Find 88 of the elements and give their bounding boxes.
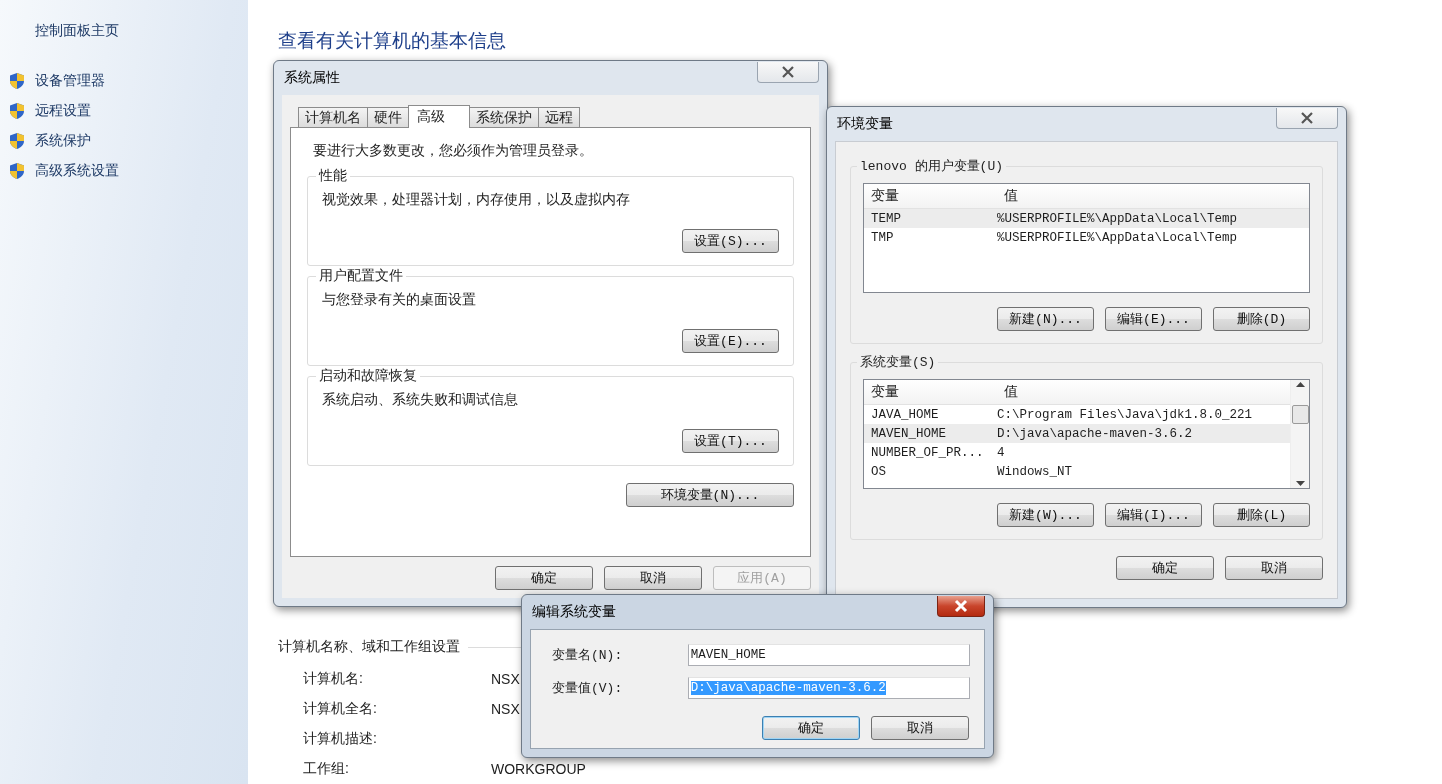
close-button[interactable] [757, 61, 819, 83]
list-action-button[interactable]: 删除(L) [1213, 503, 1310, 527]
column-header[interactable]: 变量 [864, 187, 997, 205]
list-row[interactable]: TEMP %USERPROFILE%\AppData\Local\Temp [864, 209, 1309, 228]
field-label: 变量值(V): [551, 680, 624, 697]
group-description: 系统启动、系统失败和调试信息 [322, 391, 519, 409]
tab[interactable]: 远程 [538, 107, 580, 127]
list-action-button[interactable]: 新建(W)... [997, 503, 1094, 527]
tab[interactable]: 高级 [408, 105, 470, 128]
variable-name: TEMP [870, 211, 902, 226]
tab[interactable]: 硬件 [367, 107, 409, 127]
variable-list[interactable]: 变量 值 TEMP %USERPROFILE%\AppData\Local\Temp TMP %USERPROFILE%\AppData\Local\Temp [863, 183, 1310, 293]
group-title: lenovo 的用户变量(U) [857, 157, 1006, 175]
window-title: 编辑系统变量 [531, 603, 616, 621]
variable-list[interactable]: 变量 值 JAVA_HOME C:\Program Files\Java\jdk1.8.0_221 MAVEN_HOME D:\java\apache-maven-3.6.2 NUMBER_OF_PR... 4 OS Windows_NT [863, 379, 1310, 489]
list-action-button[interactable]: 新建(N)... [997, 307, 1094, 331]
sidebar-link[interactable]: 系统保护 [35, 132, 91, 150]
column-header[interactable]: 值 [997, 383, 1018, 401]
sidebar-link[interactable]: 远程设置 [35, 102, 91, 120]
column-header[interactable]: 值 [997, 187, 1018, 205]
settings-button[interactable]: 设置(E)... [682, 329, 779, 353]
sidebar-link[interactable]: 设备管理器 [35, 72, 105, 90]
field-label: 计算机描述: [303, 730, 378, 748]
dialog-button[interactable]: 确定 [762, 716, 860, 740]
close-button[interactable] [1276, 107, 1338, 129]
shield-icon [8, 102, 26, 120]
column-header[interactable]: 变量 [864, 383, 997, 401]
list-action-button[interactable]: 编辑(I)... [1105, 503, 1202, 527]
variable-name: NUMBER_OF_PR... [870, 445, 985, 460]
field-label: 变量名(N): [551, 647, 624, 664]
home-link[interactable]: 控制面板主页 [35, 22, 248, 40]
variable-value: D:\java\apache-maven-3.6.2 [997, 426, 1193, 441]
list-row[interactable]: NUMBER_OF_PR... 4 [864, 443, 1290, 462]
dialog-button[interactable]: 取消 [871, 716, 969, 740]
window-title: 系统属性 [283, 69, 340, 87]
shield-icon [8, 72, 26, 90]
list-row[interactable]: MAVEN_HOME D:\java\apache-maven-3.6.2 [864, 424, 1290, 443]
variable-value: Windows_NT [997, 464, 1072, 479]
sidebar-link[interactable]: 高级系统设置 [35, 162, 119, 180]
close-icon [953, 598, 969, 613]
group-title: 性能 [316, 167, 350, 185]
close-icon [1299, 110, 1315, 125]
group-description: 视觉效果，处理器计划，内存使用，以及虚拟内存 [322, 191, 631, 209]
field-value: NSX [491, 671, 520, 687]
variable-value: 4 [997, 445, 1005, 460]
variable-name: TMP [870, 230, 895, 245]
variable-name: JAVA_HOME [870, 407, 940, 422]
down-arrow-icon[interactable] [1295, 481, 1305, 486]
scrollbar[interactable] [1290, 380, 1309, 488]
field-value: NSX [491, 701, 520, 717]
input-field[interactable]: MAVEN_HOME [687, 644, 970, 666]
field-label: 工作组: [303, 760, 350, 778]
settings-button[interactable]: 设置(S)... [682, 229, 779, 253]
list-row[interactable]: TMP %USERPROFILE%\AppData\Local\Temp [864, 228, 1309, 247]
page-heading: 查看有关计算机的基本信息 [278, 29, 507, 53]
tab[interactable]: 计算机名 [298, 107, 368, 127]
variable-value: %USERPROFILE%\AppData\Local\Temp [997, 230, 1238, 245]
shield-icon [8, 162, 26, 180]
section-heading: 计算机名称、域和工作组设置 [278, 638, 460, 656]
list-row[interactable]: JAVA_HOME C:\Program Files\Java\jdk1.8.0_221 [864, 405, 1290, 424]
field-value: WORKGROUP [491, 761, 586, 777]
shield-icon [8, 132, 26, 150]
list-action-button[interactable]: 删除(D) [1213, 307, 1310, 331]
close-button[interactable] [937, 595, 985, 617]
list-row[interactable]: OS Windows_NT [864, 462, 1290, 481]
group-title: 启动和故障恢复 [316, 367, 420, 385]
dialog-button[interactable]: 确定 [1116, 556, 1214, 580]
variable-name: OS [870, 464, 887, 479]
variable-value: %USERPROFILE%\AppData\Local\Temp [997, 211, 1238, 226]
variable-name: MAVEN_HOME [870, 426, 947, 441]
group-description: 与您登录有关的桌面设置 [322, 291, 477, 309]
environment-variables-button[interactable]: 环境变量(N)... [626, 483, 794, 507]
tab[interactable]: 系统保护 [469, 107, 539, 127]
variable-value: C:\Program Files\Java\jdk1.8.0_221 [997, 407, 1253, 422]
group-title: 系统变量(S) [857, 353, 939, 371]
field-label: 计算机名: [303, 670, 364, 688]
scroll-thumb[interactable] [1291, 404, 1309, 424]
dialog-button[interactable]: 取消 [604, 566, 702, 590]
list-action-button[interactable]: 编辑(E)... [1105, 307, 1202, 331]
close-icon [780, 64, 796, 79]
up-arrow-icon[interactable] [1295, 382, 1305, 387]
notice-text: 要进行大多数更改，您必须作为管理员登录。 [313, 142, 594, 160]
window-title: 环境变量 [836, 115, 893, 133]
field-label: 计算机全名: [303, 700, 378, 718]
group-title: 用户配置文件 [316, 267, 406, 285]
dialog-button[interactable]: 确定 [495, 566, 593, 590]
settings-button[interactable]: 设置(T)... [682, 429, 779, 453]
dialog-button[interactable]: 取消 [1225, 556, 1323, 580]
